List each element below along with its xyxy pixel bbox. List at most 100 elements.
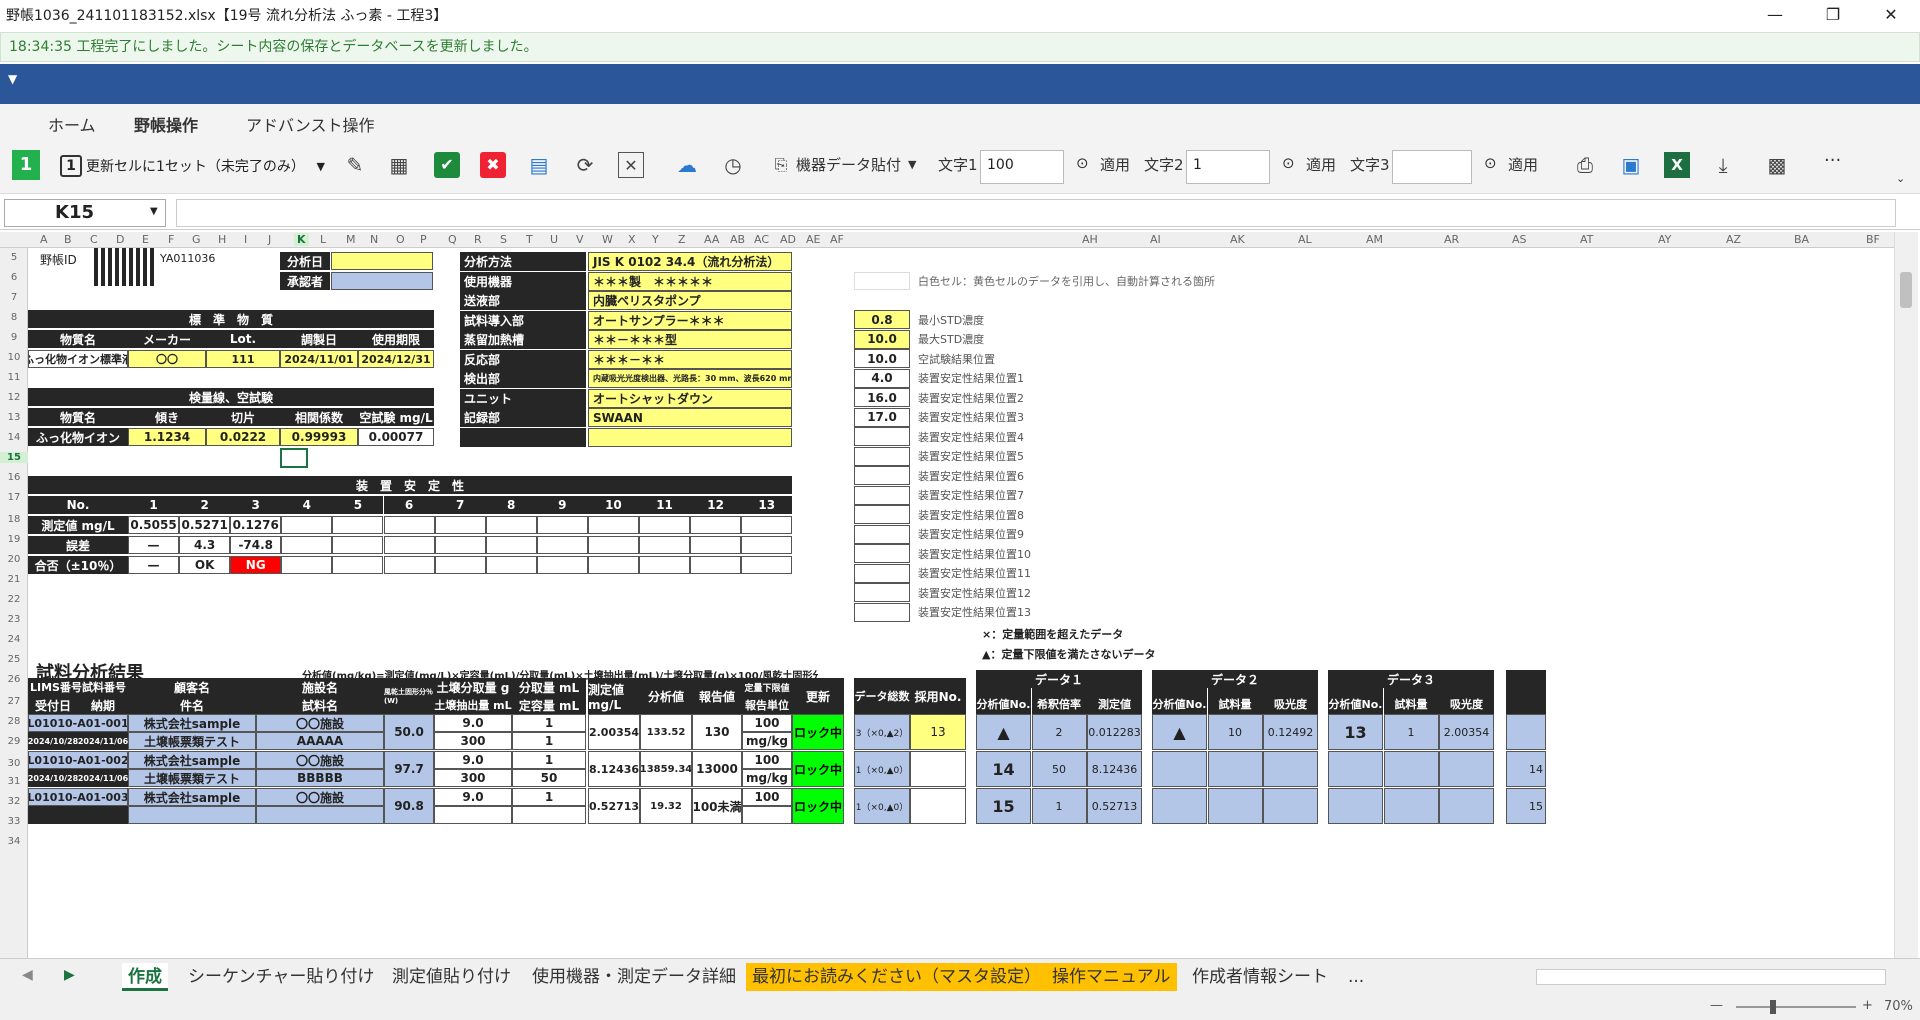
stability-no-label[interactable]: No. (28, 496, 128, 514)
sheet-tab[interactable]: 測定値貼り付け (386, 963, 517, 991)
method-value[interactable]: ＊＊＊製 ＊＊＊＊＊ (588, 271, 792, 291)
column-header[interactable]: AY (1658, 233, 1671, 246)
param-value[interactable] (854, 544, 910, 563)
column-header[interactable]: E (142, 233, 149, 246)
minimize-button[interactable]: — (1746, 0, 1804, 30)
param-value[interactable] (854, 427, 910, 446)
vertical-scrollbar[interactable] (1894, 232, 1918, 958)
standard-title[interactable]: 標 準 物 質 (28, 310, 434, 328)
result-due[interactable]: 2024/11/06 (78, 732, 128, 750)
param-label[interactable]: 装置安定性結果位置4 (914, 427, 1074, 446)
stability-col[interactable]: 7 (434, 496, 486, 514)
column-header[interactable]: AA (704, 233, 719, 246)
stability-error[interactable] (485, 536, 537, 554)
method-value[interactable]: 内臓ペリスタポンプ (588, 291, 792, 310)
row-number[interactable]: 5 (0, 252, 28, 263)
highlighter-icon[interactable]: ✎ (342, 152, 368, 178)
check-icon[interactable]: ✔ (434, 152, 460, 178)
result-data-cell[interactable]: 13 (1328, 714, 1383, 750)
method-value[interactable]: オートシャットダウン (588, 388, 792, 408)
refresh-icon[interactable]: ⟳ (572, 152, 598, 178)
analysis-date-input[interactable] (331, 252, 433, 270)
standard-header[interactable]: メーカー (128, 330, 206, 348)
result-data-cell[interactable] (1328, 788, 1383, 824)
result-data-cell[interactable]: 2.00354 (1439, 714, 1494, 750)
stability-measured[interactable] (383, 516, 435, 534)
result-lims[interactable]: L01010-A01-001 (28, 714, 128, 732)
param-value[interactable]: 16.0 (854, 388, 910, 407)
row-number[interactable]: 9 (0, 332, 28, 343)
result-status[interactable]: ロック中 (792, 788, 844, 824)
param-label[interactable]: 装置安定性結果位置13 (914, 603, 1074, 622)
legend-white-swatch[interactable] (854, 272, 910, 290)
method-value[interactable]: JIS K 0102 34.4（流れ分析法） (588, 252, 792, 271)
result-facility[interactable]: 〇〇施設 (256, 714, 384, 732)
stability-error[interactable]: 4.3 (179, 536, 231, 554)
copy-icon[interactable]: ▤ (526, 152, 552, 178)
method-value[interactable]: 内蔵吸光光度検出器、光路長：30 mm、波長620 mm (588, 369, 792, 388)
text1-input[interactable]: 100 (980, 150, 1064, 184)
standard-cell[interactable]: 〇〇 (128, 350, 206, 368)
row-number[interactable]: 26 (0, 674, 28, 685)
param-label[interactable]: 最小STD濃度 (914, 310, 1074, 329)
result-count[interactable]: 3（×0,▲2） (854, 714, 910, 750)
method-label[interactable]: 試料導入部 (460, 310, 586, 330)
row-number[interactable]: 33 (0, 816, 28, 827)
header-facility[interactable]: 施設名 (256, 678, 384, 696)
stability-error[interactable] (741, 536, 793, 554)
param-value[interactable]: 10.0 (854, 349, 910, 368)
standard-header[interactable]: Lot. (206, 330, 280, 348)
column-header[interactable]: R (474, 233, 482, 246)
stability-col[interactable]: 2 (179, 496, 231, 514)
device-paste-button[interactable]: 機器データ貼付 (796, 154, 901, 175)
apply-radio-icon[interactable]: ⊙ (1076, 154, 1089, 172)
param-value[interactable] (854, 485, 910, 505)
apply2-label[interactable]: 適用 (1306, 154, 1336, 175)
stability-measured[interactable]: 0.5055 (128, 516, 180, 534)
result-soil[interactable]: 9.0 (434, 788, 512, 806)
result-data-cell[interactable]: 50 (1031, 751, 1087, 787)
result-data-cell[interactable] (1328, 751, 1383, 787)
param-label[interactable]: 装置安定性結果位置10 (914, 544, 1074, 563)
column-header[interactable]: AF (830, 233, 844, 246)
header-limit[interactable]: 定量下限値 (742, 678, 792, 696)
column-header[interactable]: AI (1150, 233, 1161, 246)
header-sample[interactable]: 試料名 (256, 696, 384, 714)
header-dry[interactable]: 風乾土固形分％(W) (384, 678, 434, 714)
column-header[interactable]: L (320, 233, 326, 246)
header-volume[interactable]: 定容量 mL (512, 696, 586, 714)
row-number[interactable]: 8 (0, 312, 28, 323)
stability-pass[interactable] (332, 556, 384, 574)
stability-error[interactable] (690, 536, 742, 554)
method-label[interactable]: 反応部 (460, 349, 586, 369)
result-take[interactable]: 1 (512, 714, 586, 732)
sheet-tab[interactable]: 作成 (122, 963, 168, 991)
stability-col[interactable]: 1 (128, 496, 180, 514)
clock-icon[interactable]: ◷ (720, 152, 746, 178)
result-data-cell[interactable]: 8.12436 (1087, 751, 1142, 787)
result-data-cell[interactable] (1152, 788, 1207, 824)
row-number[interactable]: 19 (0, 534, 28, 545)
column-header[interactable]: AS (1512, 233, 1527, 246)
zoom-in-button[interactable]: + (1862, 998, 1873, 1013)
column-header[interactable]: AE (806, 233, 820, 246)
method-value[interactable]: ＊＊－＊＊＊型 (588, 330, 792, 349)
row-number[interactable]: 16 (0, 472, 28, 483)
row-number[interactable]: 6 (0, 272, 28, 283)
name-box[interactable]: K15 (4, 199, 166, 227)
param-value[interactable]: 0.8 (854, 310, 910, 329)
method-value[interactable]: SWAAN (588, 408, 792, 427)
row-number[interactable]: 23 (0, 614, 28, 625)
excel-icon[interactable]: X (1664, 152, 1690, 178)
legend-white-text[interactable]: 白色セル：黄色セルのデータを引用し、自動計算される箇所 (914, 272, 1234, 290)
column-header[interactable]: H (218, 233, 226, 246)
result-data-cell[interactable]: 14 (976, 751, 1031, 787)
column-header[interactable]: AR (1444, 233, 1459, 246)
result-data-cell[interactable]: 1 (1031, 788, 1087, 824)
row-number[interactable]: 11 (0, 372, 28, 383)
header-analysis[interactable]: 分析値 (640, 678, 692, 714)
qr-code-image[interactable] (94, 248, 154, 286)
stability-error[interactable] (332, 536, 384, 554)
row-number[interactable]: 18 (0, 514, 28, 525)
analysis-date-label[interactable]: 分析日 (280, 252, 330, 270)
